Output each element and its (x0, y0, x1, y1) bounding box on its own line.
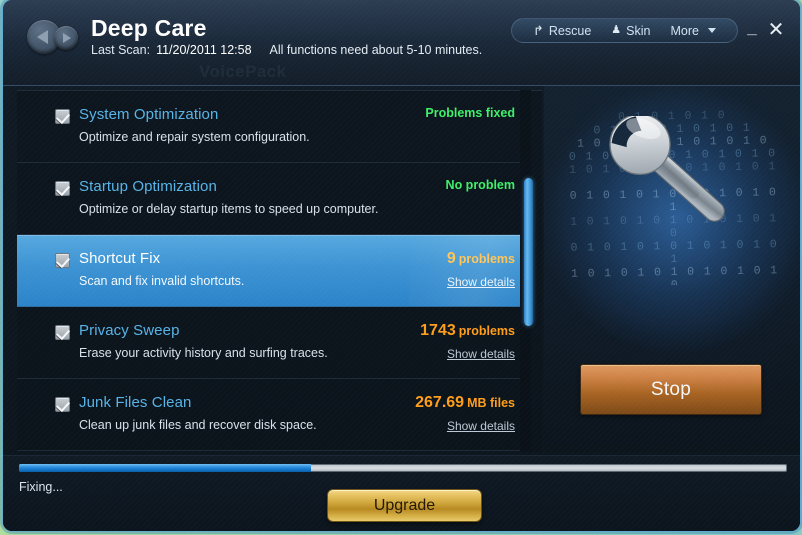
row-description: Clean up junk files and recover disk spa… (79, 418, 317, 432)
forward-arrow-icon[interactable] (54, 26, 78, 50)
back-triangle (37, 30, 48, 44)
status-text: Fixing... (19, 480, 63, 494)
chevron-down-icon (707, 28, 716, 33)
row-title: System Optimization (79, 106, 219, 123)
list-scrollbar-thumb[interactable] (524, 178, 533, 326)
forward-triangle (63, 33, 71, 43)
close-button[interactable]: ✕ (763, 16, 789, 42)
rescue-label: Rescue (548, 23, 592, 38)
progress-bar-fill (19, 464, 311, 472)
voicepack-watermark: VoicePack (199, 62, 287, 81)
row-checkbox[interactable] (55, 109, 70, 124)
table-row[interactable]: Privacy Sweep Erase your activity history… (17, 307, 529, 379)
more-button[interactable]: More (661, 19, 726, 42)
status-label: No problem (445, 178, 515, 192)
show-details-link[interactable]: Show details (447, 347, 515, 361)
row-description: Optimize or delay startup items to speed… (79, 202, 379, 216)
row-checkbox[interactable] (55, 253, 70, 268)
deep-care-window: VoicePack Deep Care Last Scan: 11/20/2011… (3, 0, 800, 531)
scan-results-list: System Optimization Optimize and repair s… (17, 90, 542, 452)
wrench-icon (609, 116, 725, 222)
row-title: Startup Optimization (79, 178, 217, 195)
problem-unit: MB files (467, 396, 515, 410)
stop-button[interactable]: Stop (580, 364, 762, 415)
table-row[interactable]: Shortcut Fix Scan and fix invalid shortcu… (17, 235, 529, 307)
row-description: Erase your activity history and surfing … (79, 346, 328, 360)
last-scan-label: Last Scan: (91, 43, 151, 57)
binary-row: 1 0 1 0 1 0 1 0 1 0 1 0 1 0 (570, 264, 779, 287)
row-checkbox[interactable] (55, 325, 70, 340)
shirt-icon: ♟ (611, 24, 622, 36)
problem-count: 9 (446, 250, 456, 267)
skin-button[interactable]: ♟ Skin (601, 19, 660, 42)
duration-hint: All functions need about 5-10 minutes. (269, 43, 483, 57)
show-details-link[interactable]: Show details (447, 275, 515, 289)
minimize-button[interactable]: _ (739, 16, 765, 42)
problem-unit: problems (458, 324, 515, 338)
row-checkbox[interactable] (55, 397, 70, 412)
upgrade-button[interactable]: Upgrade (327, 489, 482, 522)
row-title: Shortcut Fix (79, 250, 161, 267)
row-title: Junk Files Clean (79, 394, 192, 411)
rescue-arrow-icon: ↰ (533, 23, 544, 38)
rescue-button[interactable]: ↰ Rescue (523, 19, 601, 42)
row-description: Optimize and repair system configuration… (79, 130, 310, 144)
last-scan-value: 11/20/2011 12:58 (156, 43, 252, 57)
row-description: Scan and fix invalid shortcuts. (79, 274, 245, 288)
more-label: More (670, 23, 699, 38)
navigation-controls (27, 20, 93, 54)
status-panel: 0 1 0 1 0 1 00 1 0 1 0 1 0 1 0 11 0 1 0 … (544, 86, 800, 452)
status-label: Problems fixed (425, 106, 515, 120)
problem-count: 1743 (420, 322, 456, 339)
status-badge: 9 problems (447, 250, 515, 268)
status-badge: Problems fixed (425, 106, 515, 120)
skin-label: Skin (626, 23, 651, 38)
show-details-link[interactable]: Show details (447, 419, 515, 433)
header-button-group: ↰ Rescue ♟ Skin More (511, 18, 738, 43)
scan-results-inner: System Optimization Optimize and repair s… (17, 91, 529, 451)
row-title: Privacy Sweep (79, 322, 180, 339)
progress-bar[interactable] (19, 464, 787, 472)
problem-count: 267.69 (415, 394, 465, 411)
scan-info-line: Last Scan: 11/20/2011 12:58 All functions … (91, 43, 482, 57)
table-row[interactable]: System Optimization Optimize and repair s… (17, 91, 529, 163)
title-bar: VoicePack Deep Care Last Scan: 11/20/2011… (3, 0, 800, 86)
row-checkbox[interactable] (55, 181, 70, 196)
page-title: Deep Care (91, 15, 207, 41)
table-row[interactable]: Junk Files Clean Clean up junk files and … (17, 379, 529, 451)
table-row[interactable]: Startup Optimization Optimize or delay st… (17, 163, 529, 235)
status-badge: 1743 problems (420, 322, 515, 340)
status-badge: No problem (446, 178, 515, 192)
problem-unit: problems (458, 252, 515, 266)
status-badge: 267.69 MB files (415, 394, 515, 412)
